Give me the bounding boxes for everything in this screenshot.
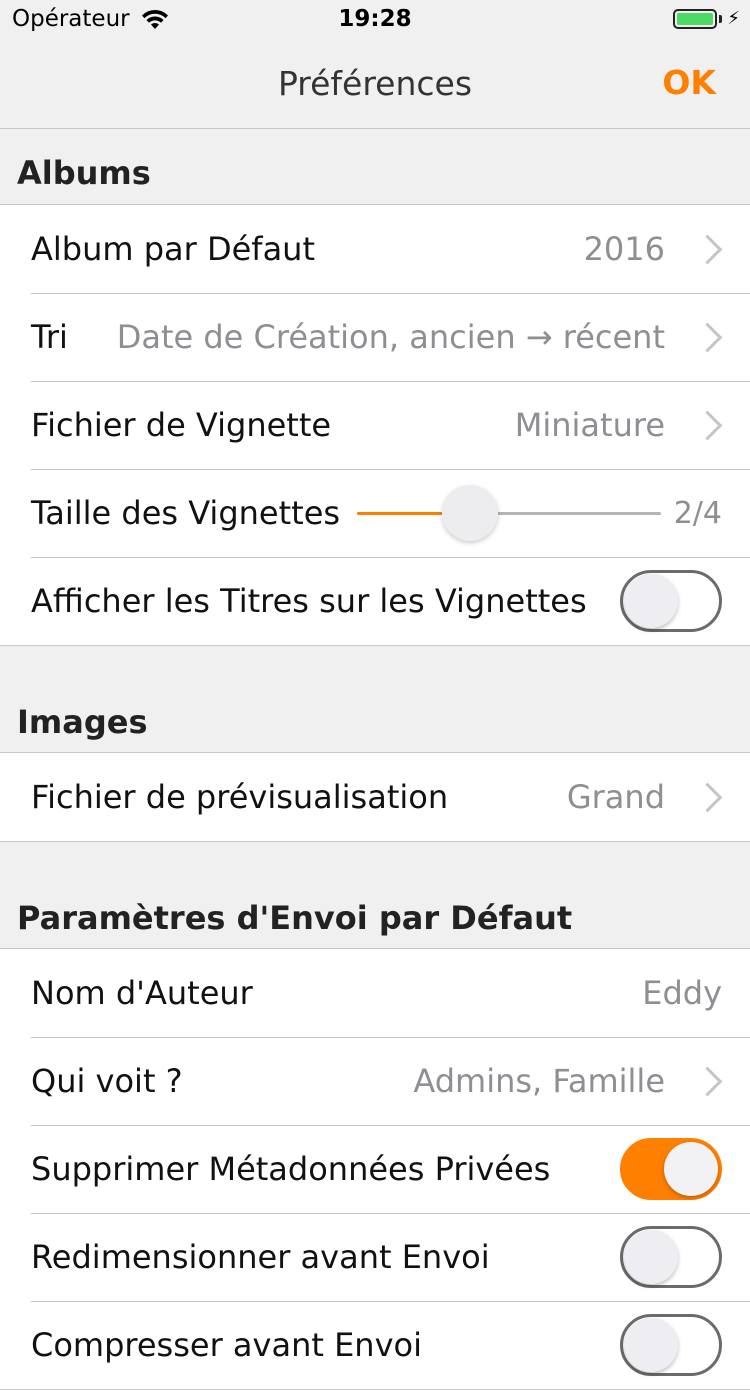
row-label: Tri [31,318,68,356]
row-label: Redimensionner avant Envoi [31,1238,490,1276]
section-albums: Albums Album par Défaut 2016 Tri Date de… [0,128,750,646]
row-show-titles: Afficher les Titres sur les Vignettes [0,557,750,645]
strip-metadata-toggle[interactable] [620,1138,722,1200]
row-who-sees[interactable]: Qui voit ? Admins, Famille [0,1037,750,1125]
row-sort[interactable]: Tri Date de Création, ancien → récent [0,293,750,381]
slider-fill [357,512,442,515]
chevron-right-icon [692,234,723,264]
chevron-right-icon [692,1066,723,1096]
row-preview-file[interactable]: Fichier de prévisualisation Grand [0,753,750,841]
row-compress: Compresser avant Envoi [0,1301,750,1389]
page-title: Préférences [277,64,473,103]
compress-toggle[interactable] [620,1314,722,1376]
section-upload: Paramètres d'Envoi par Défaut Nom d'Aute… [0,840,750,1390]
charging-icon: ⚡ [727,8,740,29]
slider-value: 2/4 [673,495,722,531]
section-header-albums: Albums [17,154,151,192]
albums-group: Album par Défaut 2016 Tri Date de Créati… [0,204,750,646]
row-label: Supprimer Métadonnées Privées [31,1150,551,1188]
row-label: Taille des Vignettes [31,494,341,532]
chevron-right-icon [692,410,723,440]
status-bar: Opérateur 19:28 ⚡ [0,0,750,40]
row-label: Fichier de prévisualisation [31,778,449,816]
images-group: Fichier de prévisualisation Grand [0,752,750,842]
row-label: Compresser avant Envoi [31,1326,422,1364]
show-titles-toggle[interactable] [620,570,722,632]
row-value: Eddy [642,974,722,1012]
navigation-bar: Préférences OK [0,40,750,129]
row-label: Album par Défaut [31,230,315,268]
clock: 19:28 [338,6,412,32]
row-label: Nom d'Auteur [31,974,253,1012]
chevron-right-icon [692,782,723,812]
row-strip-metadata: Supprimer Métadonnées Privées [0,1125,750,1213]
section-header-upload: Paramètres d'Envoi par Défaut [17,899,573,937]
row-value: Date de Création, ancien → récent [116,318,665,356]
row-value: Admins, Famille [413,1062,665,1100]
ok-button[interactable]: OK [662,63,716,102]
chevron-right-icon [692,322,723,352]
row-thumbnail-file[interactable]: Fichier de Vignette Miniature [0,381,750,469]
section-header-images: Images [17,703,148,741]
upload-group: Nom d'Auteur Eddy Qui voit ? Admins, Fam… [0,948,750,1390]
row-label: Fichier de Vignette [31,406,332,444]
resize-toggle[interactable] [620,1226,722,1288]
battery-icon: ⚡ [673,8,740,29]
row-value: Miniature [514,406,665,444]
thumbnail-size-slider[interactable] [357,483,662,543]
row-default-album[interactable]: Album par Défaut 2016 [0,205,750,293]
row-label: Afficher les Titres sur les Vignettes [31,582,587,620]
row-label: Qui voit ? [31,1062,183,1100]
row-value: 2016 [583,230,665,268]
row-thumbnail-size: Taille des Vignettes 2/4 [0,469,750,557]
slider-thumb[interactable] [441,485,498,541]
section-images: Images Fichier de prévisualisation Grand [0,644,750,842]
row-resize: Redimensionner avant Envoi [0,1213,750,1301]
row-value: Grand [566,778,665,816]
row-author-name[interactable]: Nom d'Auteur Eddy [0,949,750,1037]
